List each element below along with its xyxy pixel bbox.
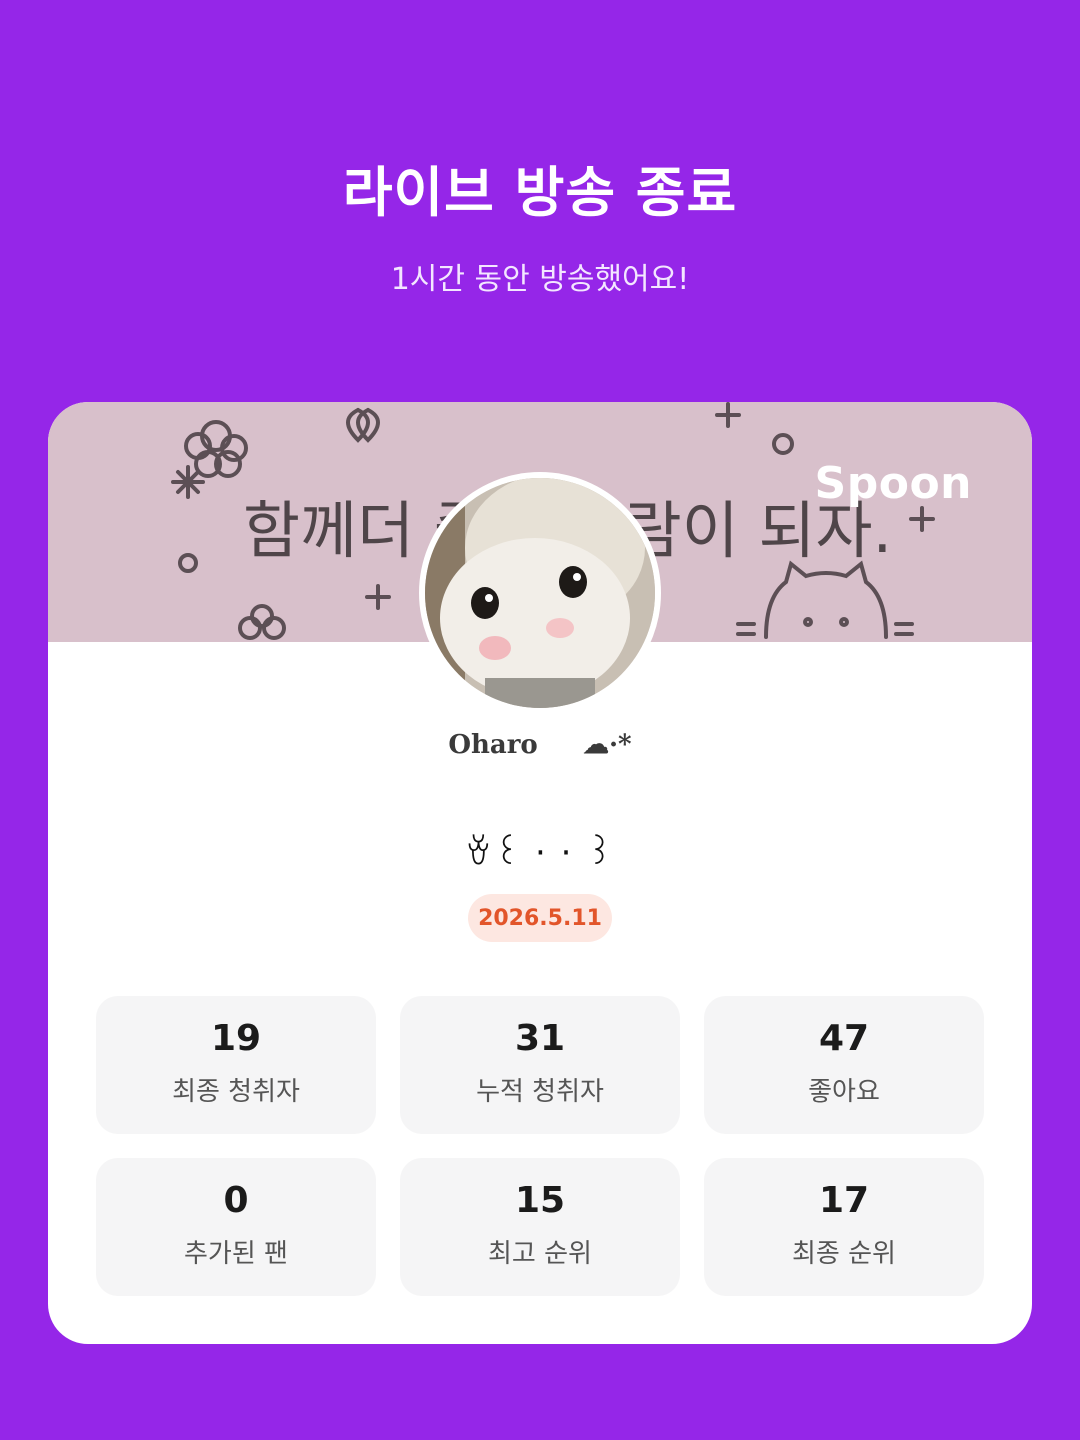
stat-label: 누적 청취자 [476,1077,604,1107]
stat-cumulative-listeners: 31 누적 청취자 [400,996,680,1134]
stat-label: 추가된 팬 [184,1239,288,1269]
avatar[interactable] [419,472,661,714]
stat-value: 15 [514,1180,566,1221]
page-title: 라이브 방송 종료 [342,161,738,224]
hamster-avatar-icon [425,478,655,708]
stat-label: 최고 순위 [488,1239,592,1269]
stat-value: 31 [514,1018,566,1059]
stat-highest-rank: 15 최고 순위 [400,1158,680,1296]
stats-grid: 19 최종 청취자 31 누적 청취자 47 좋아요 0 추가된 팬 15 최고… [96,996,984,1296]
stat-new-fans: 0 추가된 팬 [96,1158,376,1296]
stat-label: 최종 순위 [792,1239,896,1269]
page-subtitle: 1시간 동안 방송했어요! [390,262,690,297]
stat-value: 47 [818,1018,870,1059]
stat-final-rank: 17 최종 순위 [704,1158,984,1296]
stat-final-listeners: 19 최종 청취자 [96,996,376,1134]
broadcast-summary-card: 함께더 좋은 사람이 되자. Spoon Oharo ☁·* ꈊ꒰ · · ꒱ … [48,402,1032,1344]
stat-value: 19 [210,1018,262,1059]
spoon-logo: Spoon [814,458,972,509]
avatar-image [425,478,655,708]
stat-likes: 47 좋아요 [704,996,984,1134]
stat-label: 좋아요 [808,1077,880,1107]
stat-label: 최종 청취자 [172,1077,300,1107]
live-title: ꈊ꒰ · · ꒱ [465,833,615,873]
date-badge: 2026.5.11 [468,894,612,942]
stat-value: 0 [223,1180,249,1221]
nickname: Oharo ☁·* [448,730,632,760]
stat-value: 17 [818,1180,870,1221]
